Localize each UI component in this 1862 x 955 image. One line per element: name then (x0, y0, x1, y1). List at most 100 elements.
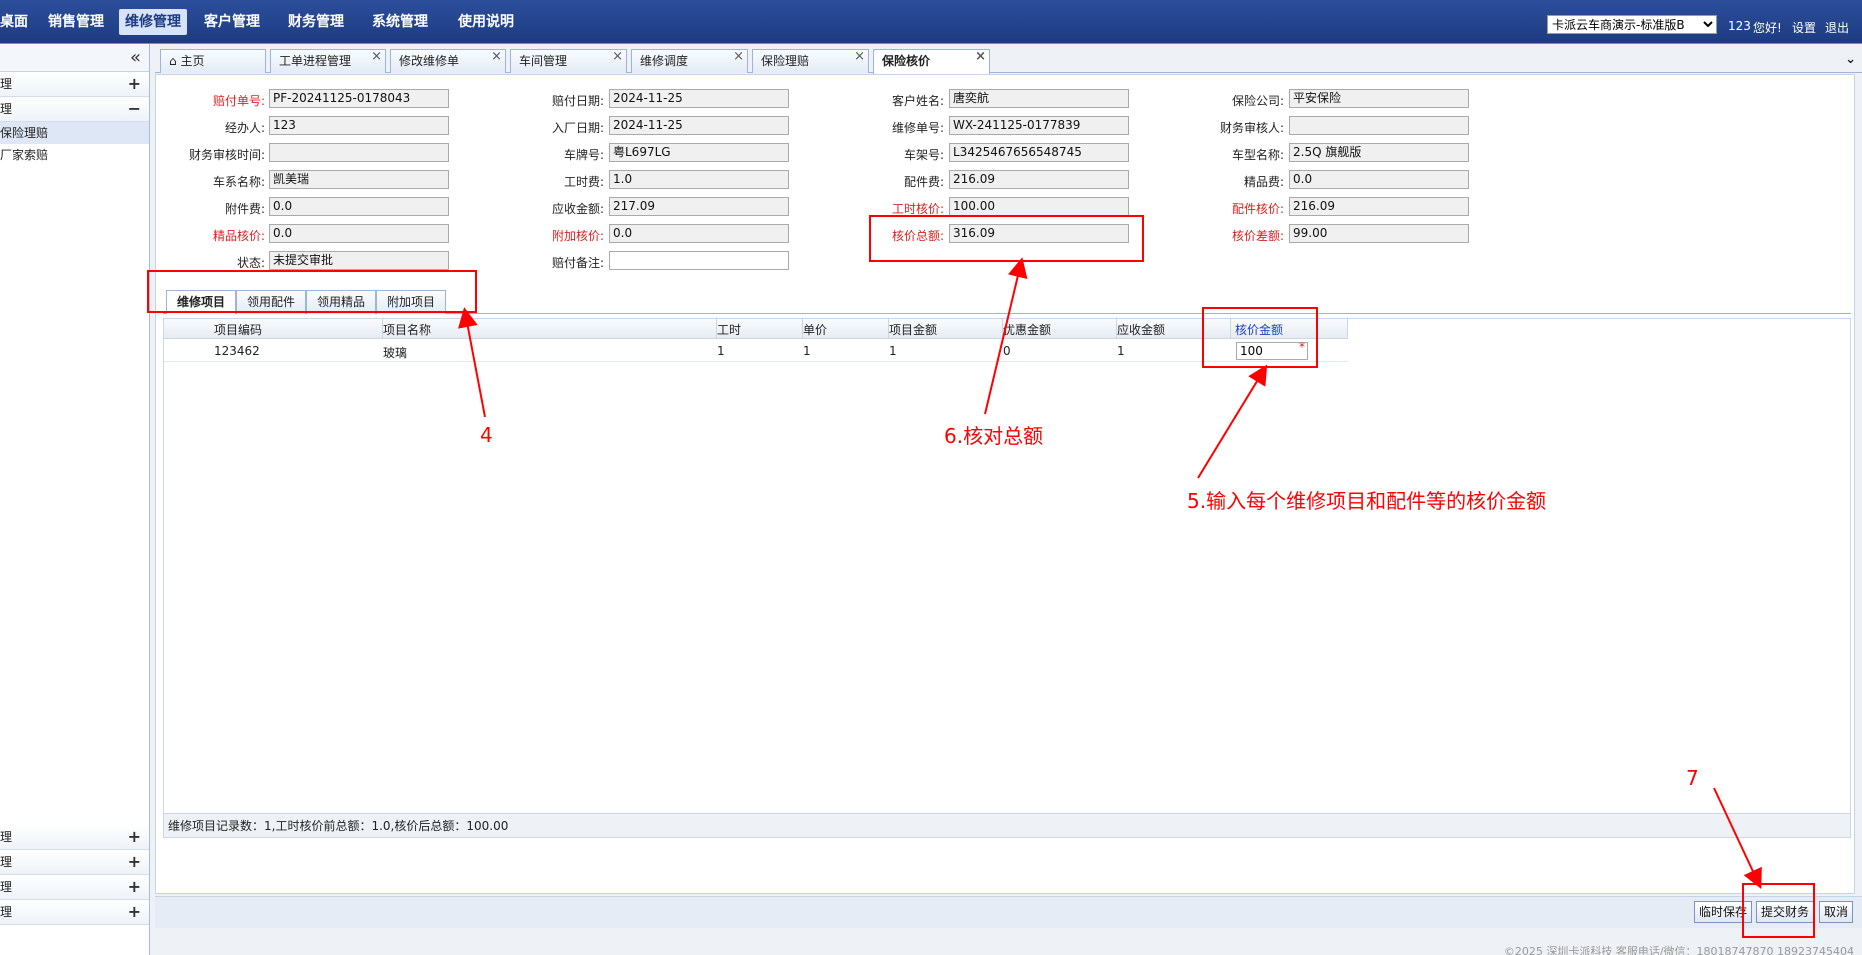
tab-label: 工单进程管理 (279, 54, 352, 68)
receivable-amount-field[interactable]: 217.09 (609, 197, 789, 216)
boutique-pricing-field[interactable]: 0.0 (269, 224, 449, 243)
parts-pricing-field[interactable]: 216.09 (1289, 197, 1469, 216)
tab-insurance-claim[interactable]: 保险理赔 × (752, 49, 869, 73)
car-model-field[interactable]: 2.5Q 旗舰版 (1289, 143, 1469, 162)
tab-repair-dispatch[interactable]: 维修调度 × (631, 49, 748, 73)
annotation-step-4: 4 (480, 423, 493, 447)
form-label: 赔付日期: (551, 94, 604, 108)
grid-header: 项目编码 项目名称 工时 单价 项目金额 优惠金额 应收金额 核价金额 (164, 319, 1348, 339)
nav-item-system[interactable]: 系统管理 (366, 9, 434, 35)
expand-icon[interactable]: + (128, 900, 141, 924)
labor-fee-field[interactable]: 1.0 (609, 170, 789, 189)
finance-review-time-field[interactable] (269, 143, 449, 162)
highlight-subtabs (147, 270, 477, 313)
plate-number-field[interactable]: 粤L697LG (609, 143, 789, 162)
close-icon[interactable]: × (371, 46, 382, 68)
cell-item-amount: 1 (889, 344, 897, 358)
sidebar-group[interactable]: 理 + (0, 900, 149, 925)
home-icon: ⌂ (169, 54, 177, 68)
finance-reviewer-field[interactable] (1289, 116, 1469, 135)
nav-item-desktop[interactable]: 桌面 (0, 9, 34, 35)
nav-item-repair[interactable]: 维修管理 (119, 9, 187, 35)
sidebar: « 理 + 理 − 保险理赔 厂家索赔 理 + 理 + 理 + 理 + (0, 44, 150, 955)
close-icon[interactable]: × (612, 46, 623, 68)
pricing-difference-field[interactable]: 99.00 (1289, 224, 1469, 243)
car-series-field[interactable]: 凯美瑞 (269, 170, 449, 189)
nav-item-sales[interactable]: 销售管理 (42, 9, 110, 35)
sidebar-item-manufacturer-claim[interactable]: 厂家索赔 (0, 144, 149, 166)
tab-label: 保险核价 (882, 54, 931, 68)
boutique-fee-field[interactable]: 0.0 (1289, 170, 1469, 189)
form-label: 车型名称: (1231, 148, 1284, 162)
nav-item-finance[interactable]: 财务管理 (282, 9, 350, 35)
logout-link[interactable]: 退出 (1825, 19, 1849, 36)
form-label: 财务审核时间: (188, 148, 265, 162)
expand-icon[interactable]: + (128, 850, 141, 874)
close-icon[interactable]: × (491, 46, 502, 68)
tab-edit-repair-order[interactable]: 修改维修单 × (390, 49, 506, 73)
repair-order-number-field[interactable]: WX-241125-0177839 (949, 116, 1129, 135)
sidebar-group-label: 理 (0, 77, 13, 91)
entry-date-field[interactable]: 2024-11-25 (609, 116, 789, 135)
sidebar-item-insurance-claim[interactable]: 保险理赔 (0, 122, 149, 144)
cell-item-name: 玻璃 (383, 346, 408, 360)
annotation-step-7: 7 (1686, 766, 1699, 790)
tab-label: 维修调度 (640, 54, 689, 68)
handler-field[interactable]: 123 (269, 116, 449, 135)
additional-pricing-field[interactable]: 0.0 (609, 224, 789, 243)
sidebar-group-label: 理 (0, 855, 13, 869)
tab-home[interactable]: ⌂ 主页 (160, 49, 266, 73)
form-label: 客户姓名: (891, 94, 944, 108)
sidebar-group[interactable]: 理 + (0, 875, 149, 900)
col-header: 项目金额 (889, 323, 938, 337)
sidebar-group[interactable]: 理 + (0, 72, 149, 97)
customer-name-field[interactable]: 唐奕航 (949, 89, 1129, 108)
nav-item-help[interactable]: 使用说明 (452, 9, 520, 35)
annotation-step-5: 5.输入每个维修项目和配件等的核价金额 (1187, 489, 1547, 513)
highlight-pricing-amount (1202, 307, 1318, 368)
table-row[interactable]: 123462 玻璃 1 1 1 0 1 * (164, 340, 1348, 362)
nav-item-customer[interactable]: 客户管理 (198, 9, 266, 35)
col-header: 工时 (717, 323, 742, 337)
claim-date-field[interactable]: 2024-11-25 (609, 89, 789, 108)
close-icon[interactable]: × (733, 46, 744, 68)
form-label: 配件核价: (1231, 202, 1284, 216)
accessory-fee-field[interactable]: 0.0 (269, 197, 449, 216)
tab-scroll-down-icon[interactable]: ⌄ (1845, 52, 1856, 67)
grid-summary: 维修项目记录数：1,工时核价前总额：1.0,核价后总额：100.00 (164, 813, 1850, 837)
sidebar-group[interactable]: 理 − (0, 97, 149, 122)
claim-remark-field[interactable] (609, 251, 789, 270)
cell-unit-price: 1 (803, 344, 811, 358)
cancel-button[interactable]: 取消 (1819, 901, 1854, 923)
collapse-icon[interactable]: − (128, 97, 141, 121)
labor-pricing-field[interactable]: 100.00 (949, 197, 1129, 216)
sidebar-group[interactable]: 理 + (0, 825, 149, 850)
expand-icon[interactable]: + (128, 875, 141, 899)
settings-link[interactable]: 设置 (1792, 19, 1816, 36)
tab-workshop[interactable]: 车间管理 × (510, 49, 627, 73)
sidebar-group-label: 理 (0, 102, 13, 116)
store-select[interactable]: 卡派云车商演示-标准版B (1547, 15, 1717, 34)
parts-fee-field[interactable]: 216.09 (949, 170, 1129, 189)
expand-icon[interactable]: + (128, 72, 141, 96)
tab-insurance-pricing[interactable]: 保险核价 × (873, 49, 990, 74)
sidebar-group[interactable]: 理 + (0, 850, 149, 875)
col-header: 项目编码 (214, 323, 263, 337)
cell-receivable: 1 (1117, 344, 1125, 358)
form-label: 赔付备注: (551, 256, 604, 270)
sidebar-bottom-groups: 理 + 理 + 理 + 理 + (0, 825, 149, 925)
expand-icon[interactable]: + (128, 825, 141, 849)
tab-work-order-progress[interactable]: 工单进程管理 × (270, 49, 386, 73)
vin-field[interactable]: L3425467656548745 (949, 143, 1129, 162)
claim-number-field[interactable]: PF-20241125-0178043 (269, 89, 449, 108)
col-header: 项目名称 (383, 323, 432, 337)
collapse-left-icon[interactable]: « (130, 47, 141, 68)
insurance-company-field[interactable]: 平安保险 (1289, 89, 1469, 108)
form-label: 财务审核人: (1219, 121, 1284, 135)
sidebar-group-label: 理 (0, 905, 13, 919)
page-tab-bar: ⌂ 主页 工单进程管理 × 修改维修单 × 车间管理 × 维修调度 × 保险理赔… (155, 48, 1862, 74)
close-icon[interactable]: × (975, 46, 986, 68)
form-label: 赔付单号: (212, 94, 265, 108)
close-icon[interactable]: × (854, 46, 865, 68)
form-label: 核价差额: (1231, 229, 1284, 243)
